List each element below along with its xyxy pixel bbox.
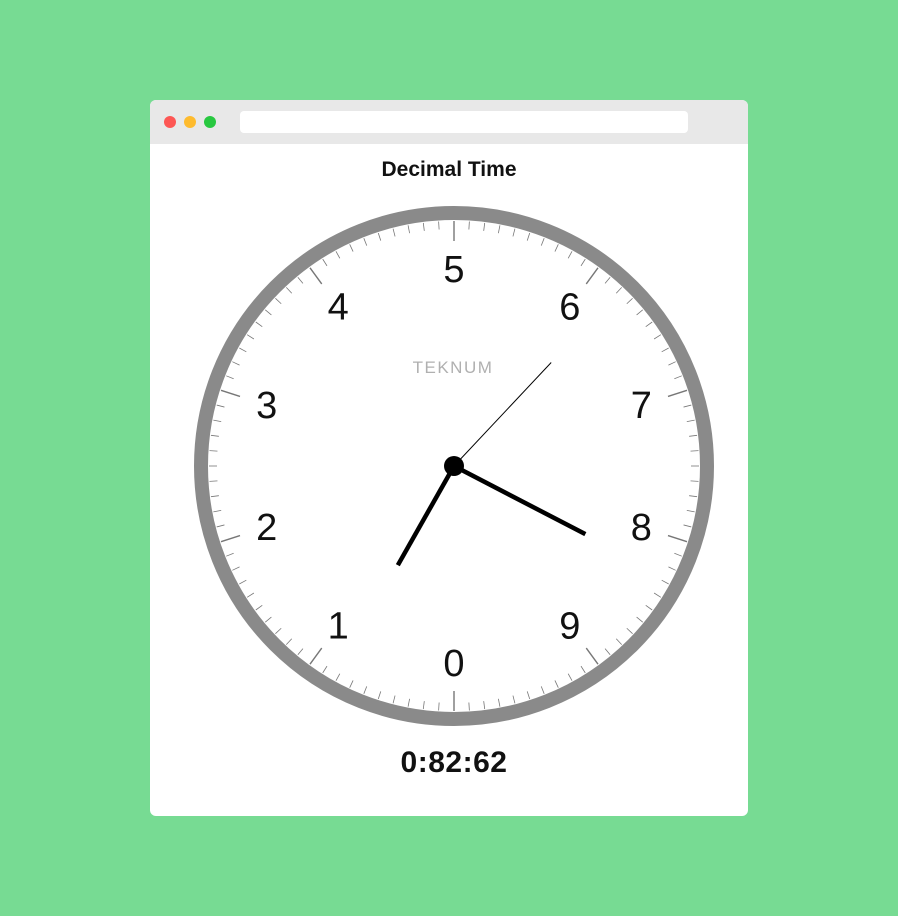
minor-tick	[468, 702, 470, 711]
clock-numeral: 5	[443, 249, 464, 291]
minor-tick	[690, 480, 699, 482]
minor-tick	[690, 450, 699, 452]
clock-numeral: 3	[256, 385, 277, 427]
clock-numeral: 0	[443, 643, 464, 685]
analog-clock: 0 1 2 3 4 5 6 7 8 9 TEKNUM	[194, 206, 714, 726]
clock-numeral: 6	[559, 287, 580, 329]
minor-tick	[468, 221, 470, 230]
clock-numeral: 1	[328, 605, 349, 647]
minor-tick	[438, 702, 440, 711]
minor-tick	[209, 480, 218, 482]
clock-numeral: 7	[631, 385, 652, 427]
minor-tick	[438, 221, 440, 230]
digital-time-readout: 0:82:62	[400, 746, 508, 779]
clock-numeral: 4	[328, 287, 349, 329]
minor-tick	[209, 450, 218, 452]
clock-brand-label: TEKNUM	[413, 358, 494, 377]
clock-numeral: 9	[559, 605, 580, 647]
clock-numeral: 2	[256, 507, 277, 549]
clock-numeral: 8	[631, 507, 652, 549]
browser-window: Decimal Time 0123456789 TEKNUM 0:82:62	[150, 100, 748, 816]
clock-center-pin	[444, 456, 464, 476]
